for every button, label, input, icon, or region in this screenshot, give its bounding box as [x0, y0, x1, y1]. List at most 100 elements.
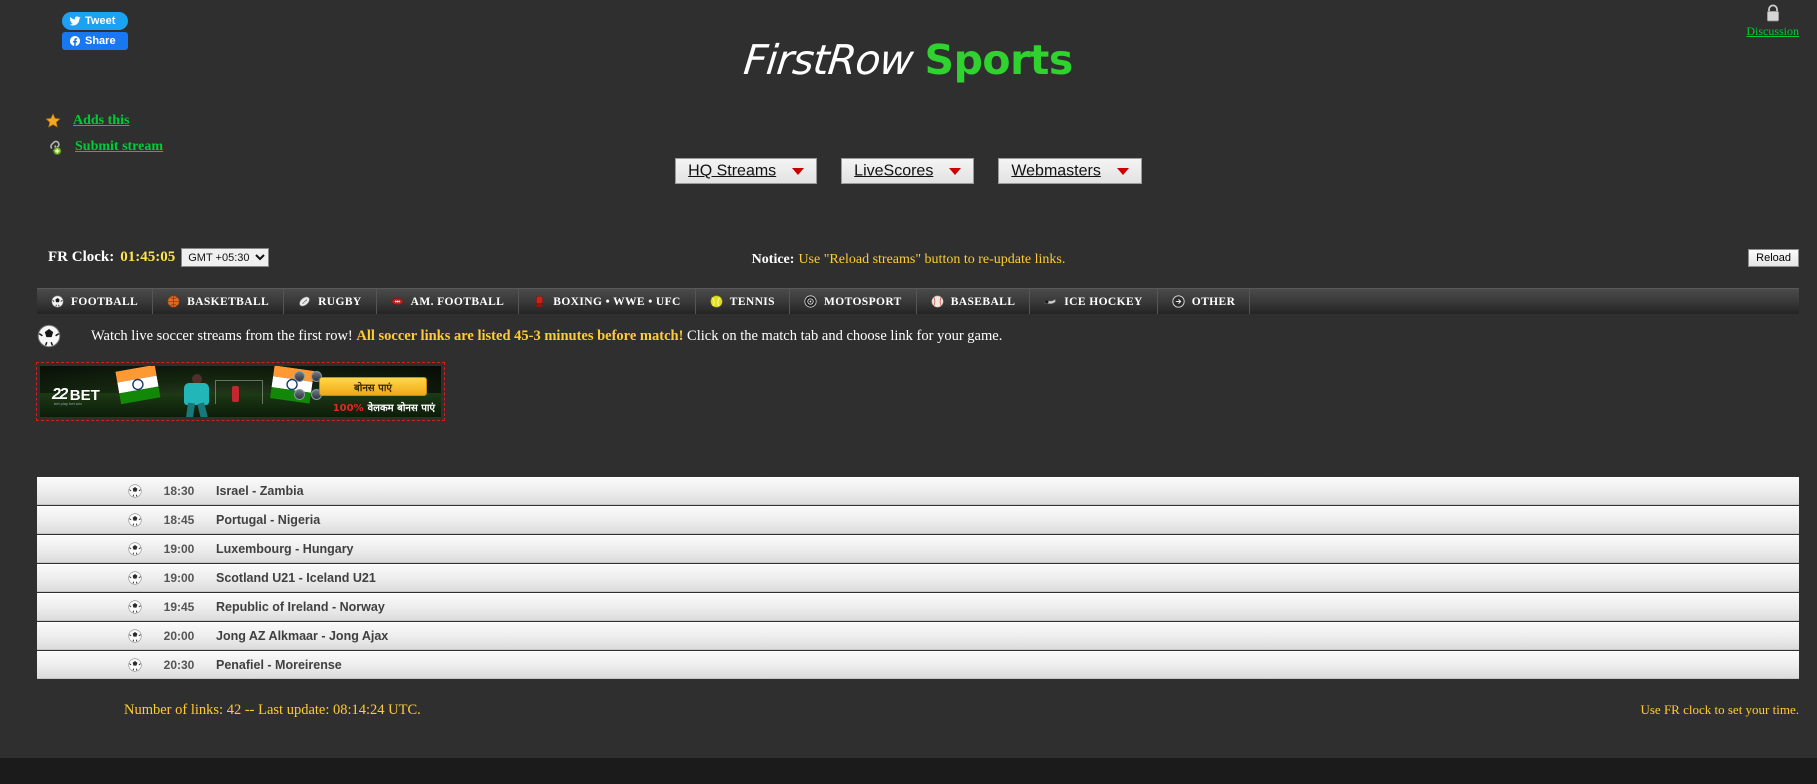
ad-cta-button[interactable]: बोनस पाएं — [319, 377, 427, 396]
tab-motosport-label: MOTOSPORT — [823, 295, 902, 308]
ad-bonus-percent: 100% — [332, 403, 364, 414]
chevron-down-icon — [949, 167, 962, 175]
ad-icon-badge — [294, 389, 305, 400]
ad-cta-label: बोनस पाएं — [354, 382, 392, 394]
star-icon — [45, 113, 61, 128]
tab-basketball[interactable]: BASKETBALL — [153, 289, 285, 314]
match-teams: Republic of Ireland - Norway — [216, 600, 385, 614]
baseball-icon — [931, 295, 944, 308]
page-root: Tweet Share Discussion FirstRow Sports Ad… — [0, 0, 1817, 784]
india-flag-icon — [115, 366, 161, 405]
reload-button[interactable]: Reload — [1748, 249, 1799, 267]
tab-other[interactable]: OTHER — [1158, 289, 1251, 314]
ad-banner[interactable]: 22 BET bet play bet win बोनस पाएं 100% व… — [36, 362, 445, 421]
match-time: 18:45 — [163, 513, 195, 527]
ad-banner-content: 22 BET bet play bet win बोनस पाएं 100% व… — [40, 366, 441, 417]
tennis-ball-icon — [710, 295, 723, 308]
basketball-icon — [167, 295, 180, 308]
notice-text: Notice: Use "Reload streams" button to r… — [0, 250, 1817, 268]
arrow-right-circle-icon — [1172, 295, 1185, 308]
footer: Number of links: 42 -- Last update: 08:1… — [0, 694, 1817, 734]
tab-boxing-wwe-ufc[interactable]: BOXING • WWE • UFC — [519, 289, 696, 314]
match-teams: Penafiel - Moreirense — [216, 658, 342, 672]
table-row[interactable]: 20:30 Penafiel - Moreirense — [37, 651, 1799, 679]
footer-clock-hint: Use FR clock to set your time. — [1640, 702, 1799, 717]
ad-icon-badge — [294, 371, 305, 382]
match-teams: Scotland U21 - Iceland U21 — [216, 571, 376, 585]
hockey-puck-icon — [1045, 298, 1056, 304]
soccer-ball-icon — [51, 295, 64, 308]
match-teams: Jong AZ Alkmaar - Jong Ajax — [216, 629, 389, 643]
hq-streams-dropdown[interactable]: HQ Streams — [675, 158, 818, 184]
webmasters-dropdown[interactable]: Webmasters — [998, 158, 1142, 184]
logo-second-word: Sports — [924, 36, 1074, 84]
american-football-icon — [391, 297, 404, 306]
match-time: 18:30 — [163, 484, 195, 498]
rugby-ball-icon — [299, 296, 310, 307]
match-time: 20:00 — [163, 629, 195, 643]
tab-tennis[interactable]: TENNIS — [696, 289, 790, 314]
intro-text: Watch live soccer streams from the first… — [91, 328, 1002, 345]
side-link-submit-stream[interactable]: Submit stream — [45, 134, 163, 160]
tab-boxing-label: BOXING • WWE • UFC — [553, 295, 681, 308]
site-logo: FirstRow Sports — [0, 36, 1817, 84]
top-nav: HQ Streams LiveScores Webmasters — [0, 158, 1817, 184]
notice-body: Use "Reload streams" button to re-update… — [798, 252, 1066, 267]
ad-brand-tagline: bet play bet win — [54, 401, 82, 406]
intro-highlight: All soccer links are listed 45-3 minutes… — [356, 327, 684, 344]
tweet-label: Tweet — [85, 15, 116, 27]
tweet-button[interactable]: Tweet — [62, 12, 128, 30]
footer-link-count: Number of links: 42 -- Last update: 08:1… — [124, 702, 421, 718]
tab-motosport[interactable]: MOTOSPORT — [790, 289, 917, 314]
ad-goalkeeper — [232, 386, 239, 402]
match-time: 19:00 — [163, 542, 195, 556]
match-time: 20:30 — [163, 658, 195, 672]
soccer-ball-icon — [128, 629, 142, 643]
notice-prefix: Notice: — [751, 252, 795, 267]
table-row[interactable]: 18:30 Israel - Zambia — [37, 477, 1799, 505]
ad-soccer-player — [175, 372, 219, 417]
tab-am-football-label: AM. FOOTBALL — [410, 295, 505, 308]
ad-bonus-text: वेलकम बोनस पाएं — [367, 403, 435, 414]
tab-football-label: FOOTBALL — [71, 295, 139, 308]
tab-ice-hockey[interactable]: ICE HOCKEY — [1030, 289, 1158, 314]
match-teams: Israel - Zambia — [216, 484, 304, 498]
tab-baseball-label: BASEBALL — [950, 295, 1016, 308]
link-add-icon — [50, 140, 62, 155]
tab-tennis-label: TENNIS — [729, 295, 775, 308]
tab-am-football[interactable]: AM. FOOTBALL — [377, 289, 520, 314]
table-row[interactable]: 19:00 Scotland U21 - Iceland U21 — [37, 564, 1799, 592]
soccer-ball-icon — [128, 513, 142, 527]
ad-goal-net — [215, 380, 263, 404]
discussion-area: Discussion — [1746, 4, 1799, 40]
soccer-ball-icon — [128, 658, 142, 672]
logo-first-word: FirstRow — [741, 36, 916, 84]
side-link-adds-this[interactable]: Adds this — [45, 108, 163, 134]
bottom-bar — [0, 758, 1817, 784]
hq-streams-label: HQ Streams — [688, 162, 777, 180]
table-row[interactable]: 18:45 Portugal - Nigeria — [37, 506, 1799, 534]
tab-ice-hockey-label: ICE HOCKEY — [1064, 295, 1143, 308]
soccer-ball-icon — [128, 484, 142, 498]
submit-stream-label[interactable]: Submit stream — [75, 139, 163, 155]
soccer-ball-icon — [37, 324, 61, 348]
tab-bar-filler — [1250, 289, 1799, 314]
intro-part1: Watch live soccer streams from the first… — [91, 327, 353, 344]
tab-other-label: OTHER — [1191, 295, 1236, 308]
tab-baseball[interactable]: BASEBALL — [917, 289, 1031, 314]
livescores-label: LiveScores — [854, 162, 934, 180]
chevron-down-icon — [1116, 167, 1129, 175]
soccer-ball-icon — [128, 600, 142, 614]
table-row[interactable]: 20:00 Jong AZ Alkmaar - Jong Ajax — [37, 622, 1799, 650]
chevron-down-icon — [792, 167, 805, 175]
boxing-glove-icon — [536, 295, 544, 308]
table-row[interactable]: 19:45 Republic of Ireland - Norway — [37, 593, 1799, 621]
match-teams: Portugal - Nigeria — [216, 513, 321, 527]
tab-football[interactable]: FOOTBALL — [37, 289, 154, 314]
intro-line: Watch live soccer streams from the first… — [37, 320, 1002, 352]
livescores-dropdown[interactable]: LiveScores — [841, 158, 975, 184]
twitter-bird-icon — [69, 16, 81, 26]
table-row[interactable]: 19:00 Luxembourg - Hungary — [37, 535, 1799, 563]
adds-this-label[interactable]: Adds this — [73, 113, 129, 129]
tab-rugby[interactable]: RUGBY — [284, 289, 377, 314]
